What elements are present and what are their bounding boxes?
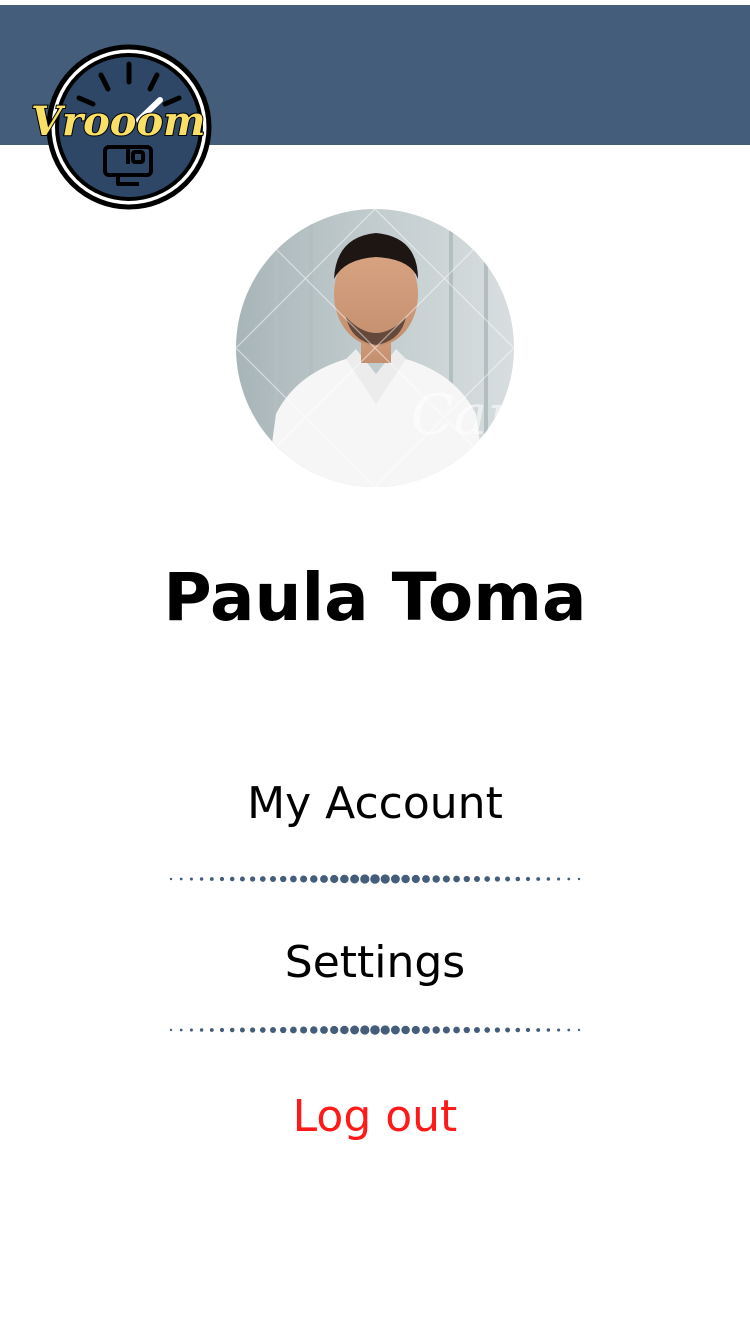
divider-dot <box>179 877 183 881</box>
divider-dot <box>199 877 204 881</box>
divider-dot <box>189 877 193 881</box>
divider-dot <box>411 1025 420 1035</box>
divider-dot <box>169 1028 173 1032</box>
divider-dot <box>350 1025 360 1035</box>
divider-dot <box>401 1025 410 1035</box>
divider-dot <box>536 1028 541 1032</box>
divider-dot <box>463 1026 470 1034</box>
divider-dot <box>567 1028 571 1032</box>
divider-dot <box>280 1026 287 1034</box>
divider-dot <box>401 874 410 884</box>
divider-dot <box>270 876 276 882</box>
profile-avatar[interactable]: Can <box>236 209 514 487</box>
divider-dot <box>432 1026 440 1034</box>
divider-dot <box>270 1027 276 1033</box>
divider-dot <box>515 1027 521 1033</box>
menu-divider <box>165 1023 585 1037</box>
divider-dot <box>229 1027 235 1033</box>
divider-dot <box>577 1028 581 1032</box>
divider-dot <box>557 1028 561 1032</box>
divider-dot <box>525 1027 531 1033</box>
divider-dot <box>330 874 339 884</box>
divider-dot <box>350 874 360 884</box>
divider-dot <box>320 875 328 883</box>
divider-dot <box>169 877 173 881</box>
brand-logo: Vrooom <box>25 42 230 212</box>
divider-dot <box>390 1025 400 1035</box>
divider-dot <box>219 1027 225 1033</box>
divider-dot <box>484 1027 491 1033</box>
divider-dot <box>525 876 531 882</box>
brand-wordmark: Vrooom <box>31 98 205 145</box>
divider-dot <box>199 1028 204 1032</box>
divider-dot <box>463 875 470 883</box>
divider-dot <box>411 874 420 884</box>
divider-dot <box>380 1025 390 1035</box>
divider-dot <box>300 1026 308 1034</box>
divider-dot <box>494 876 501 882</box>
divider-dot <box>474 1027 480 1033</box>
menu-item-log-out[interactable]: Log out <box>175 1087 575 1147</box>
divider-dot <box>290 1026 297 1034</box>
divider-dot <box>300 875 308 883</box>
divider-dot <box>259 876 266 882</box>
divider-dot <box>546 1028 551 1032</box>
divider-dot <box>209 877 214 881</box>
divider-dot <box>432 875 440 883</box>
divider-dot <box>515 876 521 882</box>
divider-dot <box>505 1027 511 1033</box>
divider-dot <box>310 1026 318 1034</box>
divider-dot <box>249 876 256 882</box>
divider-dot <box>320 1026 328 1034</box>
divider-dot <box>577 877 581 881</box>
divider-dot <box>229 876 235 882</box>
divider-dot <box>330 1025 339 1035</box>
divider-dot <box>567 877 571 881</box>
divider-dot <box>474 876 480 882</box>
divider-dot <box>484 876 491 882</box>
divider-dot <box>453 1026 460 1034</box>
divider-dot <box>259 1027 266 1033</box>
menu-item-my-account[interactable]: My Account <box>175 774 575 834</box>
divider-dot <box>546 877 551 881</box>
divider-dot <box>422 875 430 883</box>
divider-dot <box>360 1025 370 1035</box>
photo-watermark: Can <box>411 383 514 448</box>
divider-dot <box>360 874 370 884</box>
divider-dot <box>390 874 400 884</box>
divider-dot <box>442 875 450 883</box>
divider-dot <box>189 1028 193 1032</box>
divider-dot <box>179 1028 183 1032</box>
divider-dot <box>209 1028 214 1032</box>
divider-dot <box>422 1026 430 1034</box>
divider-dot <box>370 874 380 884</box>
menu-divider <box>165 872 585 886</box>
divider-dot <box>494 1027 501 1033</box>
divider-dot <box>557 877 561 881</box>
divider-dot <box>280 875 287 883</box>
divider-dot <box>239 876 245 882</box>
divider-dot <box>249 1027 256 1033</box>
divider-dot <box>442 1026 450 1034</box>
divider-dot <box>370 1025 380 1035</box>
profile-name: Paula Toma <box>163 559 587 636</box>
divider-dot <box>219 876 225 882</box>
divider-dot <box>453 875 460 883</box>
divider-dot <box>536 877 541 881</box>
divider-dot <box>505 876 511 882</box>
divider-dot <box>290 875 297 883</box>
divider-dot <box>340 874 349 884</box>
divider-dot <box>380 874 390 884</box>
menu-item-settings[interactable]: Settings <box>175 933 575 993</box>
divider-dot <box>310 875 318 883</box>
divider-dot <box>239 1027 245 1033</box>
divider-dot <box>340 1025 349 1035</box>
